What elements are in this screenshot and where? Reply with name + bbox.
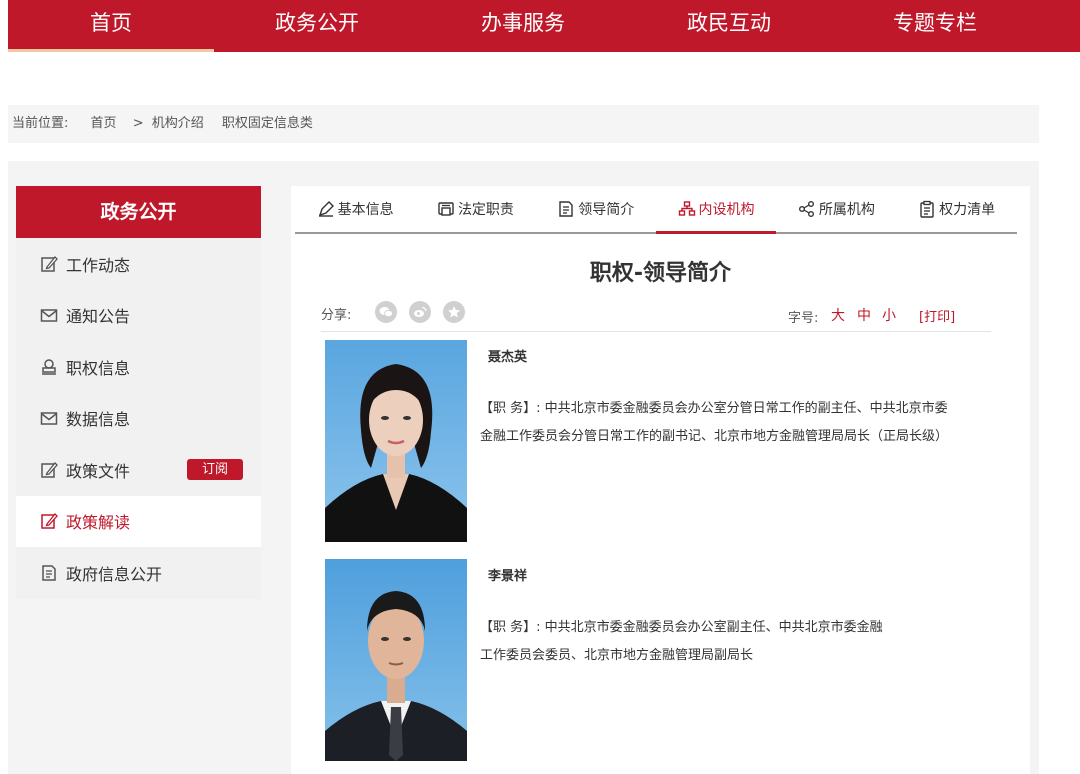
leader-duty-line: 【职 务】: 中共北京市委金融委员会办公室副主任、中共北京市委金融 [480,620,883,635]
font-size-medium-button[interactable]: 中 [857,305,871,325]
nav-government-affairs[interactable]: 政务公开 [214,0,420,52]
edit-icon [40,255,58,273]
sidebar-item-authority-info[interactable]: 职权信息 [16,341,261,393]
sidebar-item-label: 政策解读 [66,513,131,533]
leader-duty-line: 【职 务】: 中共北京市委金融委员会办公室分管日常工作的副主任、中共北京市委 [480,401,948,416]
leader-card: 李景祥 【职 务】: 中共北京市委金融委员会办公室副主任、中共北京市委金融 工作… [325,559,985,763]
clipboard-icon [918,200,936,218]
sidebar-item-label: 政策文件 [66,461,131,481]
sidebar-item-label: 通知公告 [66,307,131,327]
tab-label: 基本信息 [337,202,394,218]
nav-services[interactable]: 办事服务 [420,0,626,52]
sidebar: 政务公开 工作动态 通知公告 职权信息 数据信息 政策文件 订阅 政策解读 政府… [16,186,261,599]
tab-label: 领导简介 [578,202,635,218]
sidebar-item-policy-interpretation[interactable]: 政策解读 [16,495,261,547]
subscribe-button[interactable]: 订阅 [187,459,243,480]
tab-affiliated-institutions[interactable]: 所属机构 [776,186,896,232]
tab-basic-info[interactable]: 基本信息 [295,186,415,232]
breadcrumb-level2-link[interactable]: 机构介绍 [152,116,204,131]
font-size-small-button[interactable]: 小 [882,305,896,325]
nav-special-topics[interactable]: 专题专栏 [832,0,1038,52]
leader-duty: 【职 务】: 中共北京市委金融委员会办公室分管日常工作的副主任、中共北京市委 金… [480,395,948,451]
leader-photo [325,340,467,542]
share-nodes-icon [798,200,816,218]
sidebar-title: 政务公开 [16,186,261,238]
sidebar-item-gov-info-disclosure[interactable]: 政府信息公开 [16,547,261,599]
sidebar-item-label: 数据信息 [66,410,131,430]
share-label: 分享: [321,308,352,323]
nav-interaction[interactable]: 政民互动 [626,0,832,52]
org-chart-icon [678,200,696,218]
sidebar-item-notices[interactable]: 通知公告 [16,289,261,341]
leader-name: 聂杰英 [488,350,528,365]
leader-name: 李景祥 [488,569,528,584]
leader-card: 聂杰英 【职 务】: 中共北京市委金融委员会办公室分管日常工作的副主任、中共北京… [325,340,985,544]
document-icon [557,200,575,218]
sidebar-item-label: 职权信息 [66,358,131,378]
leader-duty-line: 金融工作委员会分管日常工作的副书记、北京市地方金融管理局局长（正局长级） [480,429,949,444]
leader-duty: 【职 务】: 中共北京市委金融委员会办公室副主任、中共北京市委金融 工作委员会委… [480,614,883,670]
top-navigation: 首页 政务公开 办事服务 政民互动 专题专栏 [8,0,1080,52]
sidebar-item-label: 工作动态 [66,255,131,275]
printer-icon [437,200,455,218]
mail-icon [40,409,58,427]
main-panel: 基本信息 法定职责 领导简介 内设机构 所属机构 权力清单 职权-领导简介 分享… [291,186,1030,774]
breadcrumb-prefix: 当前位置: [12,116,69,131]
breadcrumb-current: 职权固定信息类 [221,116,313,131]
document-icon [40,564,58,582]
sidebar-item-policy-documents[interactable]: 政策文件 订阅 [16,444,261,496]
leader-duty-line: 工作委员会委员、北京市地方金融管理局副局长 [480,648,754,663]
tab-label: 法定职责 [457,202,514,218]
tab-power-list[interactable]: 权力清单 [896,186,1016,232]
breadcrumb: 当前位置: 首页 > 机构介绍 职权固定信息类 [8,105,1039,143]
tab-leader-profiles[interactable]: 领导简介 [536,186,656,232]
edit-icon [40,461,58,479]
font-size-large-button[interactable]: 大 [831,305,845,325]
print-button[interactable]: [打印] [919,306,955,325]
font-size-label: 字号: [788,311,819,326]
share-toolbar: 分享: 字号: 大 中 小 [打印] [321,299,991,332]
weibo-icon[interactable] [409,301,431,323]
sidebar-item-work-news[interactable]: 工作动态 [16,238,261,290]
mail-icon [40,306,58,324]
wechat-icon[interactable] [375,301,397,323]
tab-label: 权力清单 [939,202,996,218]
tab-bar: 基本信息 法定职责 领导简介 内设机构 所属机构 权力清单 [295,186,1017,234]
breadcrumb-home-link[interactable]: 首页 [91,116,117,131]
pen-icon [317,200,335,218]
nav-home[interactable]: 首页 [8,0,214,52]
favorite-icon[interactable] [443,301,465,323]
tab-label: 所属机构 [818,202,875,218]
edit-icon [40,512,58,530]
tab-legal-duties[interactable]: 法定职责 [415,186,535,232]
tab-internal-departments[interactable]: 内设机构 [655,186,777,234]
tab-label: 内设机构 [698,202,755,218]
sidebar-item-data-info[interactable]: 数据信息 [16,392,261,444]
breadcrumb-separator: > [132,116,144,131]
stamp-icon [40,358,58,376]
page-title: 职权-领导简介 [589,261,732,286]
leader-photo [325,559,467,761]
sidebar-item-label: 政府信息公开 [66,564,163,584]
